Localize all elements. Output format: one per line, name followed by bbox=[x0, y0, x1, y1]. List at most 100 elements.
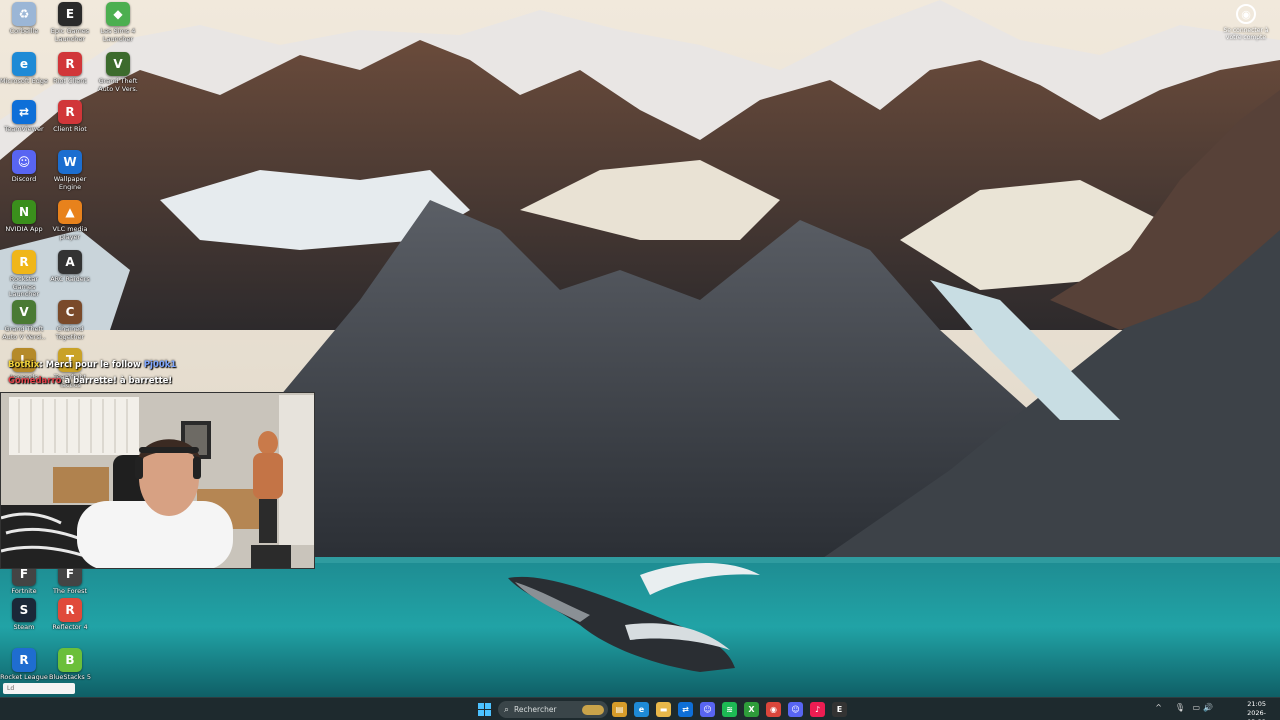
gta-icon: V bbox=[12, 300, 36, 324]
recycle-bin-icon: ♻ bbox=[12, 2, 36, 26]
desktop-icon[interactable]: R Riot Client bbox=[46, 52, 94, 86]
desktop-icon[interactable]: V Grand Theft Auto V Versi.. bbox=[0, 300, 48, 341]
rocket-league-icon: R bbox=[12, 648, 36, 672]
desktop-icon-label: VLC media player bbox=[52, 225, 88, 241]
spotify-icon[interactable]: ≋ bbox=[722, 702, 737, 717]
desktop-icon[interactable]: W Wallpaper Engine bbox=[46, 150, 94, 191]
xbox-icon[interactable]: X bbox=[744, 702, 759, 717]
desktop-icon[interactable]: R Rockstar Games Launcher bbox=[0, 250, 48, 299]
tiktok-icon[interactable]: ♪ bbox=[810, 702, 825, 717]
teamviewer-icon: ⇄ bbox=[12, 100, 36, 124]
edge-icon: e bbox=[12, 52, 36, 76]
epic-games-icon: E bbox=[58, 2, 82, 26]
desktop-icon-label: TeamViewer bbox=[4, 125, 44, 133]
volume-icon[interactable]: 🔊 bbox=[1203, 703, 1213, 712]
chat-text: : Merci pour le follow bbox=[39, 360, 141, 370]
desktop-icon-label: Discord bbox=[11, 175, 37, 183]
desktop-icon-label: Microsoft Edge bbox=[0, 77, 49, 85]
desktop-icon-label: Riot Client bbox=[53, 77, 87, 85]
desktop-icon[interactable]: ◆ Les Sims 4 Launcher bbox=[94, 2, 142, 43]
desktop-icon[interactable]: R Reflector 4 bbox=[46, 598, 94, 632]
chat-message: Gomedarro à barrette! à barrette! bbox=[8, 376, 172, 386]
desktop-wallpaper bbox=[0, 0, 1280, 697]
steam-icon: S bbox=[12, 598, 36, 622]
desktop-icon-label: Rocket League bbox=[0, 673, 48, 681]
sims-icon: ◆ bbox=[106, 2, 130, 26]
file-explorer-icon[interactable]: ▤ bbox=[612, 702, 627, 717]
chained-together-icon: C bbox=[58, 300, 82, 324]
discord-icon[interactable]: ☺ bbox=[788, 702, 803, 717]
webcam-overlay bbox=[0, 392, 315, 569]
desktop-icon-label: Wallpaper Engine bbox=[53, 175, 87, 191]
desktop-icon-label: Reflector 4 bbox=[52, 623, 88, 631]
desktop-icon-label: Epic Games Launcher bbox=[50, 27, 90, 43]
chat-username: BotRix bbox=[8, 360, 40, 370]
desktop-icon-label: Rockstar Games Launcher bbox=[8, 275, 40, 298]
wallpaper-engine-icon: W bbox=[58, 150, 82, 174]
microphone-icon[interactable]: 🎙 bbox=[1175, 703, 1185, 712]
clock-date: 2026-03-22 bbox=[1247, 709, 1266, 720]
desktop-icon-label: Grand Theft Auto V Vers. bbox=[98, 77, 138, 93]
desktop-icon[interactable]: B BlueStacks 5 bbox=[46, 648, 94, 682]
desktop-icon-label: Client Riot bbox=[53, 125, 87, 133]
user-circle-icon: ◉ bbox=[1236, 4, 1256, 24]
desktop-icon-label: Chained Together bbox=[55, 325, 85, 341]
teamviewer-icon[interactable]: ⇄ bbox=[678, 702, 693, 717]
floating-text-input[interactable]: Ld bbox=[3, 683, 75, 694]
desktop-icon[interactable]: ♻ Corbeille bbox=[0, 2, 48, 36]
desktop-icon[interactable]: e Microsoft Edge bbox=[0, 52, 48, 86]
chat-message: BotRix: Merci pour le follow Pj00k1 bbox=[8, 360, 176, 370]
taskbar: ⌕ Rechercher ▤ e ▬ ⇄ ☺ ≋ X ◉ ☺ ♪ E ^ 🎙 ▭ 🔊 21:05 2… bbox=[0, 697, 1280, 720]
desktop-icon[interactable]: V Grand Theft Auto V Vers. bbox=[94, 52, 142, 93]
chat-mention: Pj00k1 bbox=[143, 360, 177, 370]
desktop-icon[interactable]: R Rocket League bbox=[0, 648, 48, 682]
desktop-icon-label: Les Sims 4 Launcher bbox=[100, 27, 136, 43]
discord-icon: ☺ bbox=[12, 150, 36, 174]
desktop-icon[interactable]: R Client Riot bbox=[46, 100, 94, 134]
clock-time: 21:05 bbox=[1247, 700, 1266, 708]
desktop-icon-label: ARC Raiders bbox=[50, 275, 90, 283]
desktop-icon-label: Steam bbox=[13, 623, 35, 631]
epic-games-icon[interactable]: E bbox=[832, 702, 847, 717]
riot-icon: R bbox=[58, 100, 82, 124]
desktop-icon[interactable]: E Epic Games Launcher bbox=[46, 2, 94, 43]
riot-icon: R bbox=[58, 52, 82, 76]
taskbar-search-box[interactable]: ⌕ Rechercher bbox=[498, 701, 608, 718]
vlc-icon: ▲ bbox=[58, 200, 82, 224]
search-icon: ⌕ bbox=[504, 704, 510, 715]
account-widget[interactable]: ◉ Se connecter à votre compte bbox=[1222, 4, 1270, 41]
gta-icon: V bbox=[106, 52, 130, 76]
desktop-icon[interactable]: S Steam bbox=[0, 598, 48, 632]
start-button[interactable] bbox=[477, 702, 492, 717]
desktop-icon[interactable]: ▲ VLC media player bbox=[46, 200, 94, 241]
edge-icon[interactable]: e bbox=[634, 702, 649, 717]
bluestacks-icon: B bbox=[58, 648, 82, 672]
desktop-icon-label: Grand Theft Auto V Versi.. bbox=[2, 325, 46, 341]
desktop-icon[interactable]: N NVIDIA App bbox=[0, 200, 48, 234]
discord-icon[interactable]: ☺ bbox=[700, 702, 715, 717]
tray-overflow-chevron-icon[interactable]: ^ bbox=[1155, 703, 1162, 712]
taskbar-clock[interactable]: 21:05 2026-03-22 bbox=[1247, 700, 1266, 720]
chat-username: Gomedarro bbox=[8, 376, 62, 386]
nvidia-icon: N bbox=[12, 200, 36, 224]
reflector-icon: R bbox=[58, 598, 82, 622]
windows-logo-icon bbox=[478, 703, 491, 716]
desktop-icon-label: NVIDIA App bbox=[5, 225, 43, 233]
network-icon[interactable]: ▭ bbox=[1192, 703, 1200, 712]
rockstar-icon: R bbox=[12, 250, 36, 274]
arc-raiders-icon: A bbox=[58, 250, 82, 274]
desktop-icon[interactable]: A ARC Raiders bbox=[46, 250, 94, 284]
desktop-icon-label: The Forest bbox=[52, 587, 88, 595]
desktop-icon-label: BlueStacks 5 bbox=[49, 673, 91, 681]
chat-text: à barrette! à barrette! bbox=[64, 376, 173, 386]
chrome-icon[interactable]: ◉ bbox=[766, 702, 781, 717]
desktop-icon[interactable]: C Chained Together bbox=[46, 300, 94, 341]
desktop-icon[interactable]: ☺ Discord bbox=[0, 150, 48, 184]
folder-icon[interactable]: ▬ bbox=[656, 702, 671, 717]
account-widget-label: Se connecter à votre compte bbox=[1223, 27, 1269, 41]
search-placeholder: Rechercher bbox=[514, 705, 557, 714]
desktop-icon-label: Corbeille bbox=[9, 27, 39, 35]
desktop-icon-label: Fortnite bbox=[11, 587, 37, 595]
search-highlight-icon bbox=[582, 704, 604, 715]
desktop-icon[interactable]: ⇄ TeamViewer bbox=[0, 100, 48, 134]
